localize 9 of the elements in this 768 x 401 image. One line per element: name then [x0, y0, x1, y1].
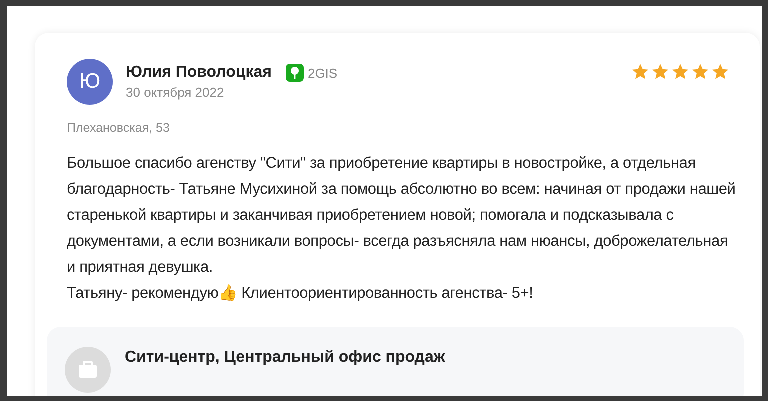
office-icon	[65, 347, 111, 393]
review-text: Татьяну- рекомендую👍 Клиентоориентированность агенства- 5+!	[67, 284, 534, 304]
office-name: Сити-центр, Центральный офис продаж	[125, 349, 446, 368]
source-label: 2GIS	[308, 66, 338, 80]
review-text: Большое спасибо агенству "Сити" за приобретение квартиры в новостройке, а отдельная благодарность- Татьяне Мусихиной за помощь абсолютно во всем: начиная от продажи нашей старенькой квартиры и заканчивая приобретением новой; помогала и подсказывала с документами, а если возникали вопросы- всегда разъясняла нам нюансы, доброжелательная и приятная девушка.	[67, 154, 737, 278]
review-date: 30 октября 2022	[126, 85, 226, 100]
address: Плехановская, 53	[67, 121, 171, 135]
avatar: Ю	[67, 59, 113, 105]
author-name: Юлия Поволоцкая	[126, 64, 272, 82]
